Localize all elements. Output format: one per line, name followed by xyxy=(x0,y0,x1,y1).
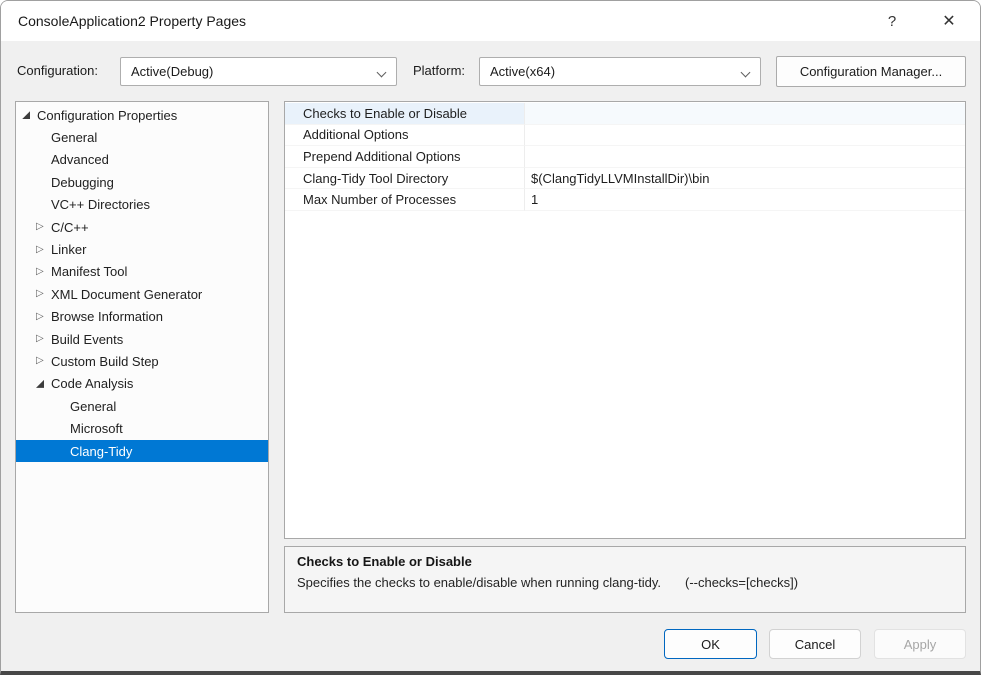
configuration-manager-button[interactable]: Configuration Manager... xyxy=(776,56,966,87)
property-row-max-number-of-processes[interactable]: Max Number of Processes1 xyxy=(285,189,965,211)
tree-indent-spacer xyxy=(36,126,50,148)
description-flag-hint: (--checks=[checks]) xyxy=(685,575,798,590)
sidebar-item-label: Code Analysis xyxy=(50,376,133,391)
tree-indent-spacer xyxy=(36,194,50,216)
property-row-additional-options[interactable]: Additional Options xyxy=(285,125,965,147)
tree-indent-spacer xyxy=(55,417,69,439)
sidebar-item-xml-document-generator[interactable]: XML Document Generator xyxy=(16,283,268,305)
config-tree: Configuration Properties General Advanced D… xyxy=(15,101,269,613)
property-description-box: Checks to Enable or Disable Specifies th… xyxy=(284,546,966,613)
property-value[interactable] xyxy=(525,103,965,125)
tree-indent-spacer xyxy=(55,395,69,417)
property-name: Prepend Additional Options xyxy=(285,146,525,168)
tree-expanded-icon[interactable] xyxy=(36,373,50,395)
property-row-prepend-additional-options[interactable]: Prepend Additional Options xyxy=(285,146,965,168)
sidebar-item-label: VC++ Directories xyxy=(50,197,150,212)
tree-collapsed-icon[interactable] xyxy=(36,261,50,283)
property-name: Additional Options xyxy=(285,125,525,147)
property-row-clang-tidy-tool-directory[interactable]: Clang-Tidy Tool Directory$(ClangTidyLLVM… xyxy=(285,168,965,190)
tree-collapsed-icon[interactable] xyxy=(36,238,50,260)
sidebar-item-label: XML Document Generator xyxy=(50,287,202,302)
chevron-down-icon xyxy=(741,68,751,78)
platform-dropdown[interactable]: Active(x64) xyxy=(479,57,761,86)
tree-indent-spacer xyxy=(55,440,69,462)
sidebar-item-debugging[interactable]: Debugging xyxy=(16,171,268,193)
sidebar-item-c-c[interactable]: C/C++ xyxy=(16,216,268,238)
property-row-checks-to-enable-or-disable[interactable]: Checks to Enable or Disable xyxy=(285,103,965,125)
platform-value: Active(x64) xyxy=(490,64,555,79)
tree-collapsed-icon[interactable] xyxy=(36,306,50,328)
sidebar-item-configuration-properties[interactable]: Configuration Properties xyxy=(16,104,268,126)
dialog-title: ConsoleApplication2 Property Pages xyxy=(18,1,246,41)
title-bar: ConsoleApplication2 Property Pages ? ✕ xyxy=(1,1,980,41)
sidebar-item-label: Build Events xyxy=(50,332,123,347)
sidebar-item-label: General xyxy=(50,130,97,145)
sidebar-item-label: Custom Build Step xyxy=(50,354,159,369)
sidebar-item-label: Browse Information xyxy=(50,309,163,324)
sidebar-item-advanced[interactable]: Advanced xyxy=(16,149,268,171)
close-icon[interactable]: ✕ xyxy=(934,6,964,36)
property-name: Checks to Enable or Disable xyxy=(285,103,525,125)
property-name: Max Number of Processes xyxy=(285,189,525,211)
tree-indent-spacer xyxy=(36,171,50,193)
sidebar-item-vc-directories[interactable]: VC++ Directories xyxy=(16,194,268,216)
tree-collapsed-icon[interactable] xyxy=(36,283,50,305)
sidebar-item-label: Debugging xyxy=(50,175,114,190)
tree-expanded-icon[interactable] xyxy=(22,104,36,126)
tree-indent-spacer xyxy=(36,149,50,171)
sidebar-item-manifest-tool[interactable]: Manifest Tool xyxy=(16,261,268,283)
configuration-label: Configuration: xyxy=(17,56,98,86)
sidebar-item-linker[interactable]: Linker xyxy=(16,238,268,260)
sidebar-item-label: Manifest Tool xyxy=(50,264,127,279)
sidebar-item-label: Configuration Properties xyxy=(36,108,177,123)
sidebar-item-label: General xyxy=(69,399,116,414)
sidebar-item-clang-tidy[interactable]: Clang-Tidy xyxy=(16,440,268,462)
property-value[interactable]: $(ClangTidyLLVMInstallDir)\bin xyxy=(525,168,965,190)
property-value[interactable] xyxy=(525,125,965,147)
chevron-down-icon xyxy=(377,68,387,78)
property-value[interactable] xyxy=(525,146,965,168)
tree-collapsed-icon[interactable] xyxy=(36,350,50,372)
apply-button[interactable]: Apply xyxy=(874,629,966,659)
property-name: Clang-Tidy Tool Directory xyxy=(285,168,525,190)
sidebar-item-general[interactable]: General xyxy=(16,395,268,417)
property-pages-dialog: ConsoleApplication2 Property Pages ? ✕ C… xyxy=(0,0,981,675)
ok-button[interactable]: OK xyxy=(664,629,757,659)
property-value[interactable]: 1 xyxy=(525,189,965,211)
sidebar-item-build-events[interactable]: Build Events xyxy=(16,328,268,350)
sidebar-item-code-analysis[interactable]: Code Analysis xyxy=(16,373,268,395)
sidebar-item-label: C/C++ xyxy=(50,220,89,235)
sidebar-item-label: Advanced xyxy=(50,152,109,167)
sidebar-item-label: Clang-Tidy xyxy=(69,444,132,459)
description-sentence: Specifies the checks to enable/disable w… xyxy=(297,575,661,590)
platform-label: Platform: xyxy=(413,56,465,86)
configuration-value: Active(Debug) xyxy=(131,64,213,79)
sidebar-item-general[interactable]: General xyxy=(16,126,268,148)
help-icon[interactable]: ? xyxy=(877,6,907,36)
sidebar-item-custom-build-step[interactable]: Custom Build Step xyxy=(16,350,268,372)
property-description-title: Checks to Enable or Disable xyxy=(297,554,953,569)
property-description-text: Specifies the checks to enable/disable w… xyxy=(297,575,953,590)
sidebar-item-label: Linker xyxy=(50,242,86,257)
sidebar-item-browse-information[interactable]: Browse Information xyxy=(16,306,268,328)
tree-collapsed-icon[interactable] xyxy=(36,328,50,350)
configuration-dropdown[interactable]: Active(Debug) xyxy=(120,57,397,86)
cancel-button[interactable]: Cancel xyxy=(769,629,861,659)
property-grid: Checks to Enable or DisableAdditional Op… xyxy=(284,101,966,539)
tree-collapsed-icon[interactable] xyxy=(36,216,50,238)
sidebar-item-microsoft[interactable]: Microsoft xyxy=(16,417,268,439)
sidebar-item-label: Microsoft xyxy=(69,421,123,436)
